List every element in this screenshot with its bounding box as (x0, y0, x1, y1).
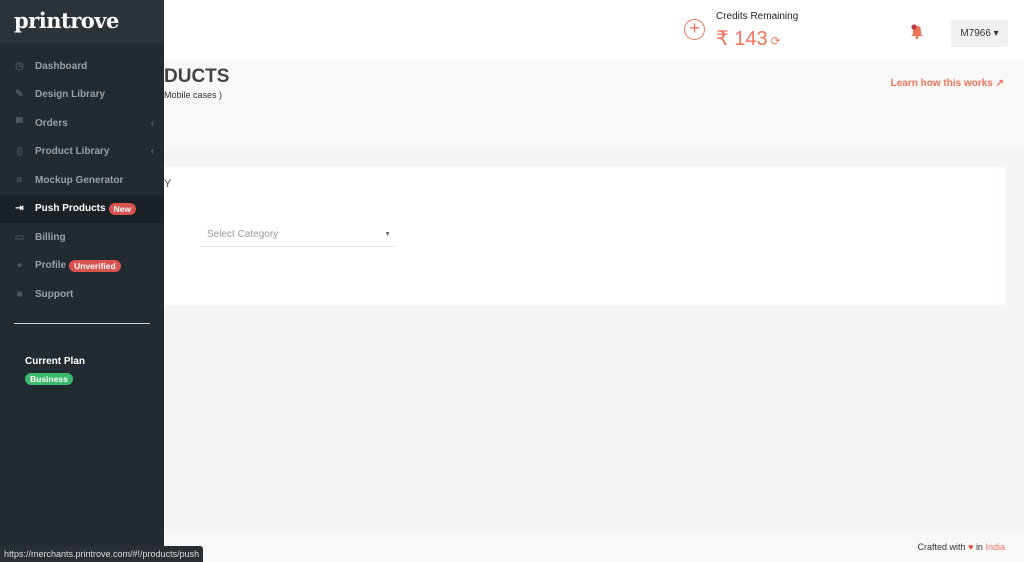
footer: Crafted with ♥ in India (164, 530, 1024, 562)
current-plan-label: Current Plan (25, 355, 86, 367)
sidebar-item-label: Mockup Generator (35, 174, 124, 186)
user-menu-button[interactable]: M7966 ▾ (951, 20, 1008, 47)
page-subtitle: Mobile cases ) (164, 90, 223, 100)
pencil-icon: ✎ (15, 89, 24, 101)
sign-in-icon: ⇥ (15, 203, 24, 215)
india-link[interactable]: India (985, 542, 1005, 552)
credit-card-icon: ▭ (14, 231, 25, 243)
crafted-text: Crafted with ♥ in India (918, 542, 1005, 552)
status-badge: New (108, 202, 137, 215)
sidebar-item-dashboard[interactable]: ◷ Dashboard (0, 52, 164, 81)
status-badge: Unverified (69, 259, 121, 272)
learn-how-link[interactable]: Learn how this works ↗ (891, 78, 1004, 89)
sidebar-item-label: Product Library (35, 146, 110, 158)
sidebar-item-product-library[interactable]: ▯ Product Library ‹ (0, 138, 164, 167)
sidebar-item-label: Dashboard (35, 60, 88, 72)
sidebar-item-design-library[interactable]: ✎ Design Library (0, 81, 164, 110)
heart-icon: ♥ (968, 542, 974, 552)
sidebar-item-push-products[interactable]: ⇥ Push Products New (0, 194, 164, 223)
sidebar-item-label: Billing (35, 231, 66, 243)
sidebar-item-orders[interactable]: ▀ Orders ‹ (0, 109, 164, 138)
sidebar-item-support[interactable]: ■ Support (0, 280, 164, 309)
logo[interactable]: printrove (0, 0, 164, 43)
sidebar-item-label: Design Library (35, 89, 106, 101)
sidebar-item-label: Push Products (35, 203, 106, 215)
plan-badge: Business (25, 372, 73, 385)
status-bar-url: https://merchants.printrove.com/#!/produ… (0, 546, 204, 562)
sidebar-item-label: Support (35, 288, 74, 300)
page-header (164, 59, 1024, 146)
dashboard-icon: ◷ (15, 60, 24, 72)
crafted-label: Crafted with (917, 542, 966, 552)
sidebar: printrove ◷ Dashboard ✎ Design Library ▀ Orde… (0, 0, 164, 562)
sidebar-item-label: Orders (35, 117, 68, 129)
credits-label: Credits Remaining (716, 11, 799, 22)
bell-icon[interactable] (910, 24, 924, 39)
sidebar-item-label: Profile (35, 260, 67, 272)
credits-value: ₹ 143 ⟳ (716, 26, 781, 51)
sidebar-item-mockup-generator[interactable]: ⌗ Mockup Generator (0, 166, 164, 195)
category-card: Y Select Category ▼ (164, 167, 1005, 305)
card-heading: Y (164, 178, 172, 190)
divider (14, 322, 150, 324)
user-icon: ● (16, 260, 23, 272)
chevron-left-icon: ‹ (150, 146, 154, 158)
in-label: in (975, 542, 983, 552)
bag-icon: ▀ (15, 117, 24, 129)
refresh-icon[interactable]: ⟳ (771, 34, 781, 48)
credits-amount: ₹ 143 (716, 28, 768, 50)
crop-icon: ⌗ (16, 174, 23, 186)
add-credits-button[interactable]: + (684, 19, 705, 40)
page-title: DUCTS (164, 66, 230, 87)
tablet-icon: ▯ (16, 146, 23, 158)
sidebar-item-billing[interactable]: ▭ Billing (0, 223, 164, 252)
briefcase-icon: ■ (16, 288, 23, 300)
caret-down-icon: ▼ (384, 231, 391, 238)
chevron-left-icon: ‹ (150, 117, 154, 129)
sidebar-item-profile[interactable]: ● Profile Unverified (0, 252, 164, 281)
sidebar-nav: ◷ Dashboard ✎ Design Library ▀ Orders ‹ ▯ Produc… (0, 52, 164, 309)
select-placeholder: Select Category (207, 229, 279, 240)
category-select[interactable]: Select Category ▼ (200, 225, 396, 247)
